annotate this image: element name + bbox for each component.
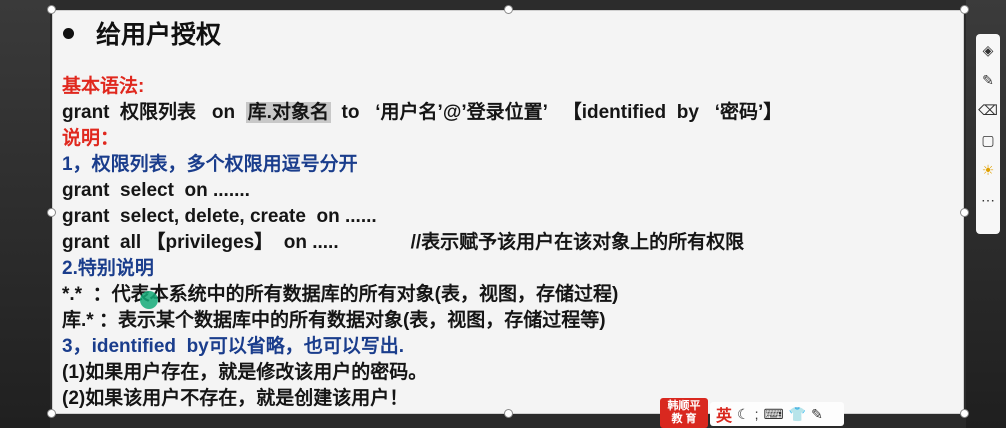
slide-line: 1，权限列表，多个权限用逗号分开 [62,153,358,177]
watermark-line2: 教 育 [671,413,697,425]
top-strip [0,0,1006,10]
bulb-icon[interactable]: ☀ [978,158,998,182]
resize-handle-top-right[interactable] [960,5,969,14]
line-text: 说明： [62,128,120,149]
slide-canvas: 给用户授权 基本语法: grant 权限列表 on 库.对象名 to ‘用户名’@… [52,10,964,414]
more-icon[interactable]: ⋯ [978,188,998,212]
line-text: grant all 【privileges】 on ..... [62,232,339,253]
resize-handle-bottom[interactable] [504,409,513,418]
pointer-icon [140,291,158,309]
resize-handle-left[interactable] [47,208,56,217]
slide-line: 2.特别说明 [62,257,154,281]
highlighted-text: 库.对象名 [245,102,331,123]
resize-handle-bottom-left[interactable] [47,409,56,418]
slide-line: (2)如果该用户不存在，就是创建该用户！ [62,387,408,411]
line-text: 1，权限列表，多个权限用逗号分开 [62,154,358,175]
side-toolbar: ◈ ✎ ⌫ ▢ ☀ ⋯ [976,34,1000,234]
slide-line: grant all 【privileges】 on ..... //表示赋予该用户… [62,231,744,255]
resize-handle-top[interactable] [504,5,513,14]
punctuation-icon[interactable]: ; [755,406,759,422]
slide-line: grant select on ....... [62,179,250,203]
moon-icon[interactable]: ☾ [737,406,750,423]
left-background [0,0,50,428]
line-text: //表示赋予该用户在该对象上的所有权限 [410,232,745,253]
line-text: 2.特别说明 [62,258,154,279]
slide-title: 给用户授权 [63,15,221,51]
slide-line: 库.* ：表示某个数据库中的所有数据对象(表，视图，存储过程等) [62,309,606,333]
settings-icon[interactable]: ✎ [811,406,823,423]
ime-status-bar[interactable]: 英 ☾; ⌨ 👕 ✎ [710,402,844,426]
line-text: grant select, delete, create on ...... [62,206,377,227]
resize-handle-bottom-right[interactable] [960,409,969,418]
slide-line: grant 权限列表 on 库.对象名 to ‘用户名’@’登录位置’ 【ide… [62,101,782,125]
watermark-logo: 韩顺平 教 育 [660,398,708,428]
line-text: grant 权限列表 on [62,102,246,123]
resize-handle-top-left[interactable] [47,5,56,14]
line-text: (1)如果用户存在，就是修改该用户的密码。 [62,362,428,383]
line-text: to ‘用户名’@’登录位置’ 【identified by ‘密码’】 [330,102,783,123]
title-text: 给用户授权 [96,21,222,49]
bullet-icon [63,27,74,39]
line-text: grant select on ....... [62,180,250,201]
line-text: (2)如果该用户不存在，就是创建该用户！ [62,388,409,409]
eraser-icon[interactable]: ⌫ [978,98,998,122]
slide-line: grant select, delete, create on ...... [62,205,377,229]
line-text: 基本语法: [62,76,145,97]
slide-line: 3，identified by可以省略，也可以写出. [62,335,404,359]
line-text: 库.* ：表示某个数据库中的所有数据对象(表，视图，存储过程等) [62,310,606,331]
skin-icon[interactable]: 👕 [789,406,806,423]
keyboard-icon[interactable]: ⌨ [763,406,783,423]
slide-line: 基本语法: [62,75,144,99]
slide-line: (1)如果用户存在，就是修改该用户的密码。 [62,361,427,385]
resize-handle-right[interactable] [960,208,969,217]
line-text: 3，identified by可以省略，也可以写出. [62,336,405,357]
slide-line: 说明： [62,127,119,151]
layers-icon[interactable]: ◈ [978,38,998,62]
page-icon[interactable]: ▢ [978,128,998,152]
pen-icon[interactable]: ✎ [978,68,998,92]
ime-language-toggle[interactable]: 英 [716,402,732,426]
watermark-line1: 韩顺平 [667,400,701,412]
